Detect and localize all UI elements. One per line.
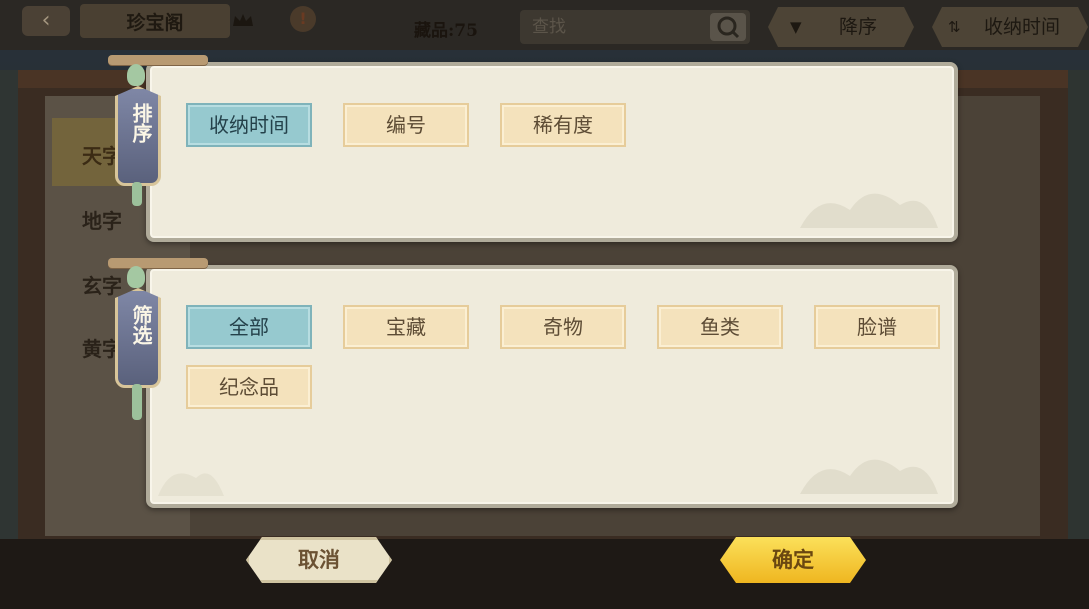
sort-tag: 排序 — [115, 86, 161, 186]
sort-order-button[interactable]: ▼ 降序 — [768, 7, 914, 47]
sort-panel: 收纳时间 编号 稀有度 — [146, 62, 958, 242]
filter-option-curio[interactable]: 奇物 — [500, 305, 626, 349]
sort-tag-label: 排序 — [129, 103, 153, 143]
sort-tag-tassel — [132, 182, 142, 206]
back-arrow-icon: ‹ — [41, 8, 51, 33]
search-box — [520, 10, 750, 44]
scene-floor — [0, 539, 1089, 609]
sort-option-number[interactable]: 编号 — [343, 103, 469, 147]
cloud-decoration — [800, 193, 938, 228]
filter-option-all[interactable]: 全部 — [186, 305, 312, 349]
swap-arrows-icon: ⇅ — [948, 18, 961, 36]
filter-option-treasure[interactable]: 宝藏 — [343, 305, 469, 349]
page-title: 珍宝阁 — [126, 12, 184, 34]
magnifier-icon — [717, 16, 740, 39]
filter-option-fish[interactable]: 鱼类 — [657, 305, 783, 349]
sort-tag-rod — [108, 55, 208, 65]
filter-tag-label: 筛选 — [129, 305, 153, 345]
triangle-down-icon: ▼ — [790, 18, 802, 36]
exclamation-icon[interactable]: ! — [290, 6, 316, 32]
sort-option-collect-time[interactable]: 收纳时间 — [186, 103, 312, 147]
filter-option-souvenir[interactable]: 纪念品 — [186, 365, 312, 409]
back-button[interactable]: ‹ — [22, 6, 70, 36]
filter-tag-knot — [127, 266, 145, 288]
sort-tag-knot — [127, 64, 145, 86]
sort-field-button[interactable]: ⇅ 收纳时间 — [932, 7, 1088, 47]
title-plate: 珍宝阁 — [80, 4, 230, 38]
leaf-decoration — [158, 473, 224, 496]
search-input[interactable] — [520, 10, 710, 44]
filter-panel: 全部 宝藏 奇物 鱼类 脸谱 纪念品 — [146, 265, 958, 508]
cancel-button[interactable]: 取消 — [246, 537, 392, 583]
crown-icon[interactable] — [232, 12, 254, 28]
sort-field-label: 收纳时间 — [983, 16, 1060, 38]
cloud-decoration — [800, 459, 938, 494]
sort-option-rarity[interactable]: 稀有度 — [500, 103, 626, 147]
confirm-button[interactable]: 确定 — [720, 537, 866, 583]
collection-count: 藏品:75 — [414, 21, 478, 41]
filter-tag-rod — [108, 258, 208, 268]
category-tab-di[interactable]: 地字 — [82, 205, 122, 234]
sort-order-label: 降序 — [838, 16, 877, 38]
filter-tag: 筛选 — [115, 288, 161, 388]
filter-tag-tassel — [132, 384, 142, 420]
top-bar: ‹ 珍宝阁 ! 藏品:75 ▼ 降序 ⇅ 收纳时间 — [0, 0, 1089, 50]
search-button[interactable] — [710, 13, 746, 41]
category-tab-xuan[interactable]: 玄字 — [82, 270, 122, 299]
filter-option-mask[interactable]: 脸谱 — [814, 305, 940, 349]
